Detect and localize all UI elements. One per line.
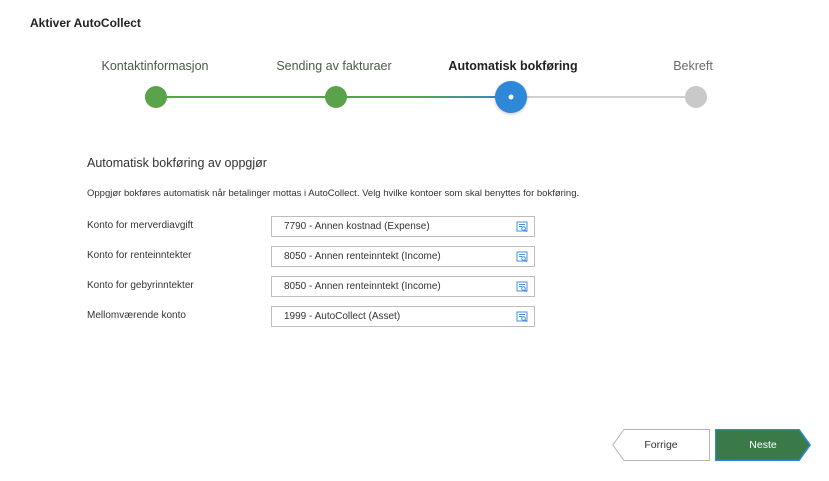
- intermediate-account-label: Mellomværende konto: [87, 310, 186, 321]
- fee-income-account-value: 8050 - Annen renteinntekt (Income): [284, 281, 441, 292]
- fee-income-account-label: Konto for gebyrinntekter: [87, 280, 194, 291]
- interest-income-account-row: Konto for renteinntekter 8050 - Annen re…: [87, 246, 547, 268]
- step-3-label: Automatisk bokføring: [448, 59, 578, 73]
- lookup-icon[interactable]: [516, 311, 528, 323]
- interest-income-account-value: 8050 - Annen renteinntekt (Income): [284, 251, 441, 262]
- intermediate-account-field[interactable]: 1999 - AutoCollect (Asset): [271, 306, 535, 327]
- stepper-line-3: [512, 96, 696, 98]
- stepper-line-1: [156, 96, 336, 98]
- next-button-label: Neste: [749, 439, 777, 451]
- fee-income-account-field[interactable]: 8050 - Annen renteinntekt (Income): [271, 276, 535, 297]
- stepper-line-2: [336, 96, 512, 98]
- lookup-icon[interactable]: [516, 251, 528, 263]
- section-description: Oppgjør bokføres automatisk når betaling…: [87, 188, 580, 199]
- vat-account-row: Konto for merverdiavgift 7790 - Annen ko…: [87, 216, 547, 238]
- vat-account-value: 7790 - Annen kostnad (Expense): [284, 221, 430, 232]
- interest-income-account-field[interactable]: 8050 - Annen renteinntekt (Income): [271, 246, 535, 267]
- step-4-dot: [685, 86, 707, 108]
- next-button[interactable]: Neste: [715, 429, 811, 461]
- section-title: Automatisk bokføring av oppgjør: [87, 156, 267, 170]
- previous-button[interactable]: Forrige: [612, 429, 710, 461]
- interest-income-account-label: Konto for renteinntekter: [87, 250, 192, 261]
- intermediate-account-row: Mellomværende konto 1999 - AutoCollect (…: [87, 306, 547, 328]
- lookup-icon[interactable]: [516, 221, 528, 233]
- wizard-stepper: Kontaktinformasjon Sending av fakturaer …: [0, 0, 829, 130]
- intermediate-account-value: 1999 - AutoCollect (Asset): [284, 311, 401, 322]
- step-2-dot[interactable]: [325, 86, 347, 108]
- vat-account-field[interactable]: 7790 - Annen kostnad (Expense): [271, 216, 535, 237]
- vat-account-label: Konto for merverdiavgift: [87, 220, 194, 231]
- step-3-dot: [495, 81, 527, 113]
- fee-income-account-row: Konto for gebyrinntekter 8050 - Annen re…: [87, 276, 547, 298]
- step-1-label: Kontaktinformasjon: [101, 59, 209, 73]
- previous-button-label: Forrige: [644, 439, 678, 451]
- step-2-label: Sending av fakturaer: [276, 59, 392, 73]
- lookup-icon[interactable]: [516, 281, 528, 293]
- step-1-dot[interactable]: [145, 86, 167, 108]
- step-4-label: Bekreft: [673, 59, 713, 73]
